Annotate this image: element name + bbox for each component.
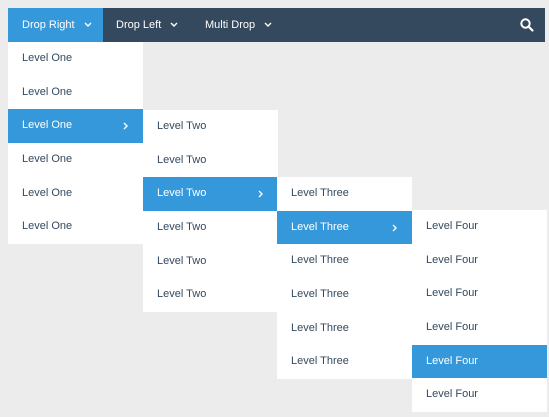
menu-item-label: Level Three <box>291 321 349 334</box>
menu-item-level-two[interactable]: Level Two <box>143 245 278 279</box>
menu-item-level-one[interactable]: Level One <box>8 76 143 110</box>
menu-item-level-two[interactable]: Level Two <box>143 278 278 312</box>
menu-item-label: Level One <box>22 119 73 132</box>
menu-item-label: Level Two <box>157 288 207 301</box>
nav-multi-drop-label: Multi Drop <box>205 19 256 31</box>
menu-item-label: Level One <box>22 52 73 64</box>
menu-item-level-one[interactable]: Level One <box>8 143 143 177</box>
menu-item-label: Level One <box>22 153 73 166</box>
nav-drop-left[interactable]: Drop Left <box>116 8 178 42</box>
menu-item-label: Level Two <box>157 221 207 234</box>
menu-item-level-one[interactable]: Level One <box>8 42 143 76</box>
menu-item-label: Level Two <box>157 187 207 200</box>
menu-item-level-one[interactable]: Level One <box>8 177 143 211</box>
menu-item-label: Level Four <box>426 354 478 367</box>
menu-item-label: Level One <box>22 85 73 98</box>
chevron-right-icon <box>258 177 264 211</box>
dropdown-level-two: Level Two Level Two Level Two Level Two Leve… <box>143 110 278 313</box>
menu-item-label: Level Three <box>291 220 349 233</box>
menu-item-level-three[interactable]: Level Three <box>277 177 412 211</box>
chevron-right-icon <box>392 211 398 245</box>
menu-item-level-two[interactable]: Level Two <box>143 110 278 144</box>
menu-item-label: Level Four <box>426 220 478 232</box>
chevron-right-icon <box>123 109 129 143</box>
menu-item-level-three[interactable]: Level Three <box>277 312 412 346</box>
menu-item-level-four[interactable]: Level Four <box>412 311 547 345</box>
menu-item-level-two[interactable]: Level Two <box>143 211 278 245</box>
menu-item-label: Level Four <box>426 321 478 334</box>
menu-item-label: Level Two <box>157 120 207 132</box>
search-icon[interactable] <box>519 17 535 33</box>
dropdown-level-one: Level One Level One Level One Level One Leve… <box>8 42 143 245</box>
menu-item-label: Level Three <box>291 355 349 368</box>
nav-drop-right-label: Drop Right <box>22 19 75 31</box>
menu-item-label: Level Three <box>291 254 349 267</box>
menu-item-level-four[interactable]: Level Four <box>412 244 547 278</box>
menu-item-level-three[interactable]: Level Three <box>277 345 412 379</box>
menu-item-level-one[interactable]: Level One <box>8 109 143 144</box>
menu-item-level-four[interactable]: Level Four <box>412 344 547 379</box>
menu-item-level-two[interactable]: Level Two <box>143 177 278 212</box>
nav-drop-left-label: Drop Left <box>116 19 162 31</box>
menu-item-label: Level Four <box>426 287 478 300</box>
menu-item-label: Level Two <box>157 254 207 267</box>
top-navbar: Drop Right Drop Left Multi Drop <box>8 8 545 42</box>
menu-item-level-four[interactable]: Level Four <box>412 378 547 412</box>
menu-item-level-four[interactable]: Level Four <box>412 210 547 244</box>
menu-item-label: Level Four <box>426 388 478 401</box>
menu-item-level-three[interactable]: Level Three <box>277 210 412 245</box>
menu-item-level-two[interactable]: Level Two <box>143 144 278 178</box>
menu-item-level-one[interactable]: Level One <box>8 210 143 244</box>
chevron-down-icon <box>264 22 272 28</box>
nav-drop-right[interactable]: Drop Right <box>8 8 103 42</box>
menu-item-label: Level Three <box>291 187 349 199</box>
menu-item-label: Level Four <box>426 253 478 266</box>
nav-multi-drop[interactable]: Multi Drop <box>205 8 272 42</box>
menu-item-level-three[interactable]: Level Three <box>277 278 412 312</box>
chevron-down-icon <box>170 22 178 28</box>
menu-item-label: Level One <box>22 220 73 233</box>
dropdown-level-four: Level Four Level Four Level Four Level Four… <box>412 210 547 413</box>
menu-item-label: Level Two <box>157 153 207 166</box>
menu-item-level-three[interactable]: Level Three <box>277 244 412 278</box>
dropdown-level-three: Level Three Level Three Level Three Level T… <box>277 177 412 380</box>
menu-item-label: Level Three <box>291 288 349 301</box>
menu-item-level-four[interactable]: Level Four <box>412 277 547 311</box>
chevron-down-icon <box>84 22 92 28</box>
menu-item-label: Level One <box>22 186 73 199</box>
